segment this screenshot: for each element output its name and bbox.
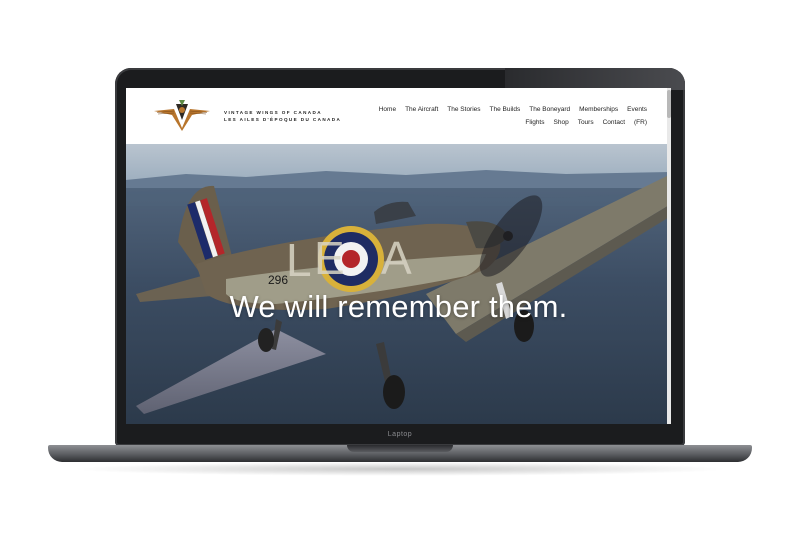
nav-flights[interactable]: Flights (525, 119, 544, 126)
laptop-bezel-label: Laptop (387, 431, 413, 438)
brand-name-fr: LES AILES D'ÉPOQUE DU CANADA (224, 117, 342, 122)
nav-language-fr[interactable]: (FR) (634, 119, 647, 126)
hero-banner: L E A 296 We will remember them. (126, 144, 671, 424)
nav-the-stories[interactable]: The Stories (447, 106, 480, 113)
winged-v-emblem-icon[interactable] (152, 98, 212, 132)
lid-glare (505, 68, 685, 90)
nav-events[interactable]: Events (627, 106, 647, 113)
brand-name-en: VINTAGE WINGS OF CANADA (224, 110, 322, 115)
svg-text:E: E (314, 232, 345, 284)
nav-the-aircraft[interactable]: The Aircraft (405, 106, 438, 113)
site-header: VINTAGE WINGS OF CANADA LES AILES D'ÉPOQ… (126, 88, 671, 144)
nav-the-boneyard[interactable]: The Boneyard (529, 106, 570, 113)
nav-tours[interactable]: Tours (578, 119, 594, 126)
nav-contact[interactable]: Contact (603, 119, 625, 126)
main-nav-row-2: Flights Shop Tours Contact (FR) (525, 119, 647, 126)
laptop-screen: VINTAGE WINGS OF CANADA LES AILES D'ÉPOQ… (126, 88, 671, 424)
nav-home[interactable]: Home (379, 106, 396, 113)
hurricane-fighter-plane-photo: L E A 296 (126, 144, 671, 424)
hero-title: We will remember them. (229, 289, 568, 324)
laptop-shadow (70, 462, 730, 476)
svg-text:A: A (381, 232, 412, 284)
svg-text:296: 296 (268, 273, 288, 287)
nav-the-builds[interactable]: The Builds (490, 106, 521, 113)
page-scrollbar[interactable] (667, 88, 671, 424)
scrollbar-thumb[interactable] (667, 90, 671, 118)
brand-text: VINTAGE WINGS OF CANADA LES AILES D'ÉPOQ… (224, 109, 341, 123)
nav-memberships[interactable]: Memberships (579, 106, 618, 113)
nav-shop[interactable]: Shop (554, 119, 569, 126)
svg-text:L: L (286, 234, 312, 286)
laptop-base-notch (347, 445, 453, 452)
main-nav-row-1: Home The Aircraft The Stories The Builds… (379, 106, 647, 113)
